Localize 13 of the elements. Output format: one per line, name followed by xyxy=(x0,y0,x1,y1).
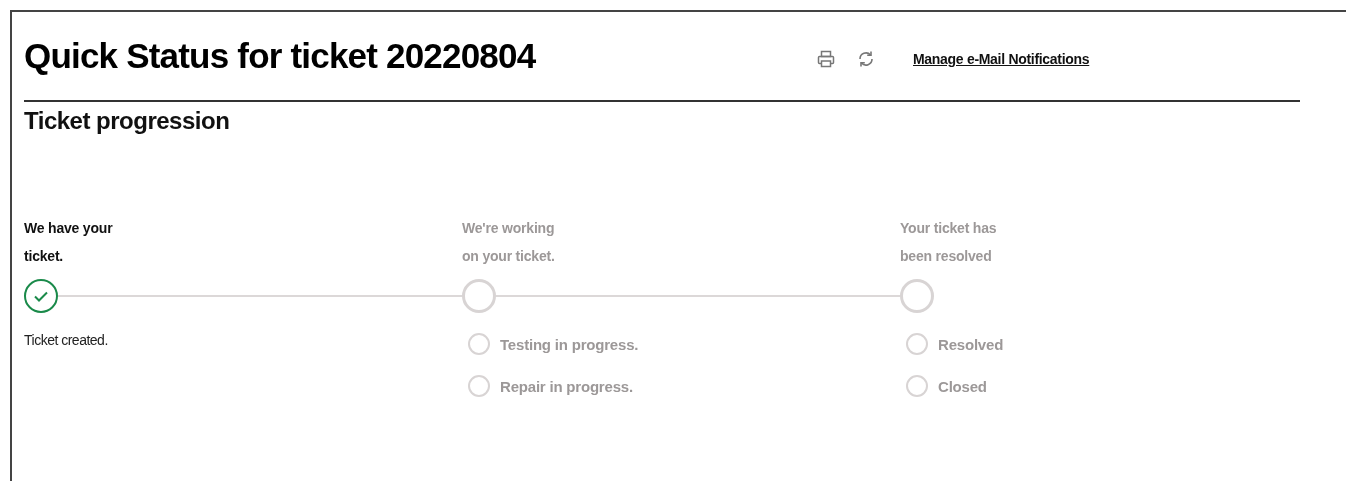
section-title: Ticket progression xyxy=(24,107,231,135)
status-label: Testing in progress. xyxy=(500,335,639,353)
page-title: Quick Status for ticket 20220804 xyxy=(24,36,537,76)
status-label: Repair in progress. xyxy=(500,377,633,395)
step-title: We're working on your ticket. xyxy=(462,219,556,266)
step-title: We have your ticket. xyxy=(24,219,114,266)
refresh-icon[interactable] xyxy=(857,50,875,68)
print-icon[interactable] xyxy=(817,50,835,68)
status-label: Closed xyxy=(938,377,987,395)
manage-notifications-link[interactable]: Manage e-Mail Notifications xyxy=(913,51,1090,67)
step-title: Your ticket has been resolved xyxy=(900,219,998,266)
status-label: Ticket created. xyxy=(24,332,108,348)
status-label: Resolved xyxy=(938,335,1004,353)
